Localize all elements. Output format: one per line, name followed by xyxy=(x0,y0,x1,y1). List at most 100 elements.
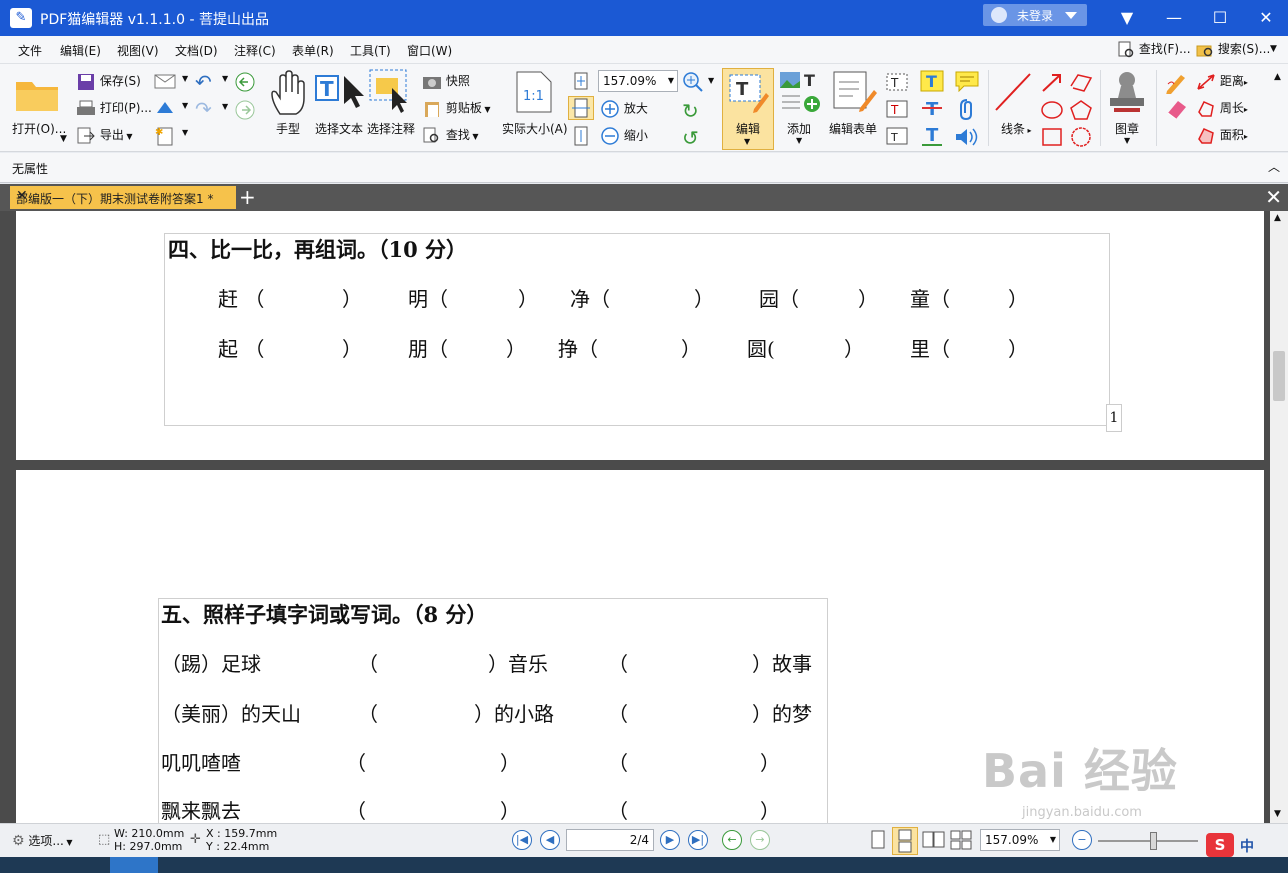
email-dropdown-icon[interactable]: ▼ xyxy=(182,74,188,83)
zoom-magnifier-icon[interactable] xyxy=(682,71,704,93)
add-content-icon[interactable]: T xyxy=(778,70,824,114)
history-back-button[interactable]: ← xyxy=(722,830,742,850)
options-button[interactable]: ⚙ 选项... ▼ xyxy=(12,832,73,849)
document-tab[interactable]: 部编版一（下）期末测试卷附答案1 * ✕ xyxy=(10,186,236,209)
last-page-button[interactable]: ▶| xyxy=(688,830,708,850)
export-button[interactable]: 导出 ▼ xyxy=(76,126,133,145)
menu-scroll-down-icon[interactable]: ▼ xyxy=(1270,44,1277,54)
form-checkbox-icon[interactable]: T xyxy=(886,99,908,119)
snapshot-button[interactable]: 快照 xyxy=(422,72,470,91)
history-forward-button[interactable]: → xyxy=(750,830,770,850)
strikeout-text-icon[interactable]: T xyxy=(920,97,944,119)
stamp-button[interactable]: 图章 xyxy=(1115,120,1139,137)
select-annotation-icon[interactable] xyxy=(368,68,414,114)
taskbar-app-item[interactable] xyxy=(110,857,158,873)
upload-drive-icon[interactable] xyxy=(154,99,176,117)
document-viewport[interactable]: 四、比一比，再组词。（10 分） 赶 （ ） 明（ ） 净（ ） 园（ ） 童（… xyxy=(0,211,1270,823)
clipboard-button[interactable]: 剪贴板 ▼ xyxy=(422,99,491,118)
select-text-icon[interactable]: T xyxy=(314,72,368,112)
sticky-note-icon[interactable] xyxy=(954,70,980,92)
previous-page-button[interactable]: ◀ xyxy=(540,830,560,850)
menu-form[interactable]: 表单(R) xyxy=(292,42,334,59)
zoom-select[interactable]: 157.09% ▼ xyxy=(598,70,678,92)
next-page-button[interactable]: ▶ xyxy=(660,830,680,850)
fit-width-button[interactable] xyxy=(568,96,594,120)
menu-edit[interactable]: 编辑(E) xyxy=(60,42,101,59)
area-button[interactable]: 面积▸ xyxy=(1196,126,1248,145)
add-dropdown-icon[interactable]: ▼ xyxy=(796,136,802,145)
edit-form-button[interactable]: 编辑表单 xyxy=(829,120,877,137)
open-dropdown-icon[interactable]: ▼ xyxy=(60,134,67,144)
menu-comment[interactable]: 注释(C) xyxy=(234,42,276,59)
close-button[interactable]: ✕ xyxy=(1249,6,1283,30)
menu-file[interactable]: 文件 xyxy=(18,42,42,59)
eraser-tool-icon[interactable] xyxy=(1164,97,1190,121)
menu-tools[interactable]: 工具(T) xyxy=(350,42,391,59)
scroll-down-icon[interactable]: ▼ xyxy=(1274,809,1281,819)
rotate-clockwise-icon[interactable]: ↻ xyxy=(682,99,699,123)
minimize-button[interactable]: — xyxy=(1157,6,1191,30)
ime-logo-icon[interactable]: S xyxy=(1206,833,1234,857)
first-page-button[interactable]: |◀ xyxy=(512,830,532,850)
hand-tool-icon[interactable] xyxy=(270,70,308,116)
distance-button[interactable]: 距离▸ xyxy=(1196,72,1248,91)
cloud-tool-icon[interactable] xyxy=(1068,126,1094,148)
zoom-slider-track[interactable] xyxy=(1098,840,1198,842)
new-dropdown-icon[interactable]: ▼ xyxy=(182,128,188,137)
email-icon[interactable] xyxy=(154,72,176,90)
tab-close-icon[interactable]: ✕ xyxy=(16,188,232,204)
select-annotation-button[interactable]: 选择注释 xyxy=(367,120,415,137)
scroll-up-icon[interactable]: ▲ xyxy=(1274,213,1281,223)
highlight-text-icon[interactable]: T xyxy=(920,70,944,92)
ribbon-collapse-icon[interactable]: ▼ xyxy=(1110,6,1144,30)
maximize-button[interactable]: ☐ xyxy=(1203,6,1237,30)
add-button[interactable]: 添加 xyxy=(787,120,811,137)
zoom-in-button[interactable]: 放大 xyxy=(600,99,648,119)
pencil-tool-icon[interactable] xyxy=(1164,70,1190,94)
single-page-icon[interactable] xyxy=(870,830,886,850)
attachment-icon[interactable] xyxy=(956,97,978,121)
stamp-dropdown-icon[interactable]: ▼ xyxy=(1124,136,1130,145)
scrollbar-thumb[interactable] xyxy=(1273,351,1285,401)
ime-language-label[interactable]: 中 xyxy=(1240,836,1254,856)
ribbon-scroll-icon[interactable]: ▲ xyxy=(1274,72,1281,82)
fit-visible-icon[interactable] xyxy=(572,126,590,146)
polygon-tool-icon[interactable] xyxy=(1068,99,1094,121)
form-listbox-icon[interactable]: T xyxy=(886,126,908,146)
select-text-button[interactable]: 选择文本 xyxy=(315,120,363,137)
zoom-dropdown-icon[interactable]: ▼ xyxy=(708,76,714,85)
zoom-out-button[interactable]: 缩小 xyxy=(600,126,648,146)
menu-document[interactable]: 文档(D) xyxy=(175,42,218,59)
menu-view[interactable]: 视图(V) xyxy=(117,42,159,59)
page-number-input[interactable]: 2/4 xyxy=(566,829,654,851)
login-button[interactable]: 未登录 xyxy=(983,4,1087,26)
undo-icon[interactable]: ↶ xyxy=(195,70,212,94)
stamp-icon[interactable] xyxy=(1106,70,1148,116)
fit-page-icon[interactable] xyxy=(572,72,590,90)
underline-text-icon[interactable]: T xyxy=(920,124,944,148)
lines-button[interactable]: 线条 ▸ xyxy=(1001,120,1032,137)
close-all-tabs-icon[interactable]: ✕ xyxy=(1265,185,1282,209)
drive-dropdown-icon[interactable]: ▼ xyxy=(182,101,188,110)
rotate-counterclockwise-icon[interactable]: ↺ xyxy=(682,126,699,150)
find-button[interactable]: 查找 ▼ xyxy=(422,126,479,145)
new-document-icon[interactable]: ✱ xyxy=(154,126,176,146)
undo-dropdown-icon[interactable]: ▼ xyxy=(222,74,228,83)
open-folder-icon[interactable] xyxy=(14,74,62,114)
forward-arrow-icon[interactable] xyxy=(234,99,256,121)
save-button[interactable]: 保存(S) xyxy=(76,72,141,91)
menu-window[interactable]: 窗口(W) xyxy=(407,42,452,59)
hand-tool-button[interactable]: 手型 xyxy=(276,120,300,137)
ellipse-tool-icon[interactable] xyxy=(1040,99,1064,121)
polyline-tool-icon[interactable] xyxy=(1068,72,1094,94)
redo-icon[interactable]: ↷ xyxy=(195,97,212,121)
vertical-scrollbar[interactable]: ▲ ▼ xyxy=(1270,211,1288,823)
edit-form-icon[interactable] xyxy=(832,70,878,114)
perimeter-button[interactable]: 周长▸ xyxy=(1196,99,1248,118)
facing-pages-icon[interactable] xyxy=(922,830,946,850)
form-textfield-icon[interactable]: T xyxy=(886,72,908,92)
back-arrow-icon[interactable] xyxy=(234,71,256,93)
find-top-button[interactable]: 查找(F)... xyxy=(1117,40,1191,59)
actual-size-icon[interactable]: 1:1 xyxy=(515,70,553,114)
edit-button[interactable]: T 编辑 ▼ xyxy=(722,68,774,150)
